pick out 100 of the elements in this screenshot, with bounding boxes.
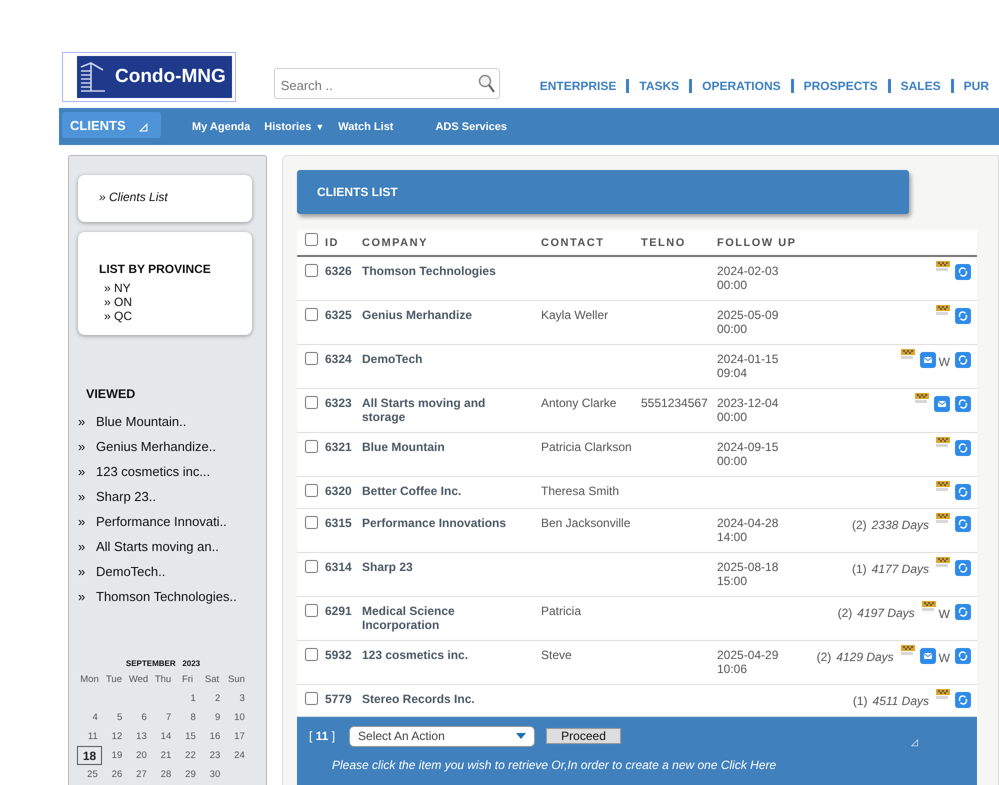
flag-icon[interactable]	[936, 689, 950, 700]
calendar-day[interactable]: 6	[126, 708, 151, 727]
calendar-day[interactable]: 21	[150, 746, 176, 765]
column-header[interactable]: TELNO	[641, 237, 686, 249]
menu-link[interactable]: ADS Services	[435, 120, 508, 132]
select-all-checkbox[interactable]	[305, 233, 318, 246]
calendar-day[interactable]: 29	[175, 765, 200, 784]
column-header[interactable]: CONTACT	[541, 237, 604, 249]
calendar-day[interactable]: 28	[150, 765, 176, 784]
flag-icon[interactable]	[922, 601, 936, 612]
mail-icon[interactable]	[934, 396, 950, 412]
province-link[interactable]: » ON	[99, 295, 252, 309]
calendar-day[interactable]: 19	[102, 746, 126, 765]
row-checkbox[interactable]	[305, 484, 318, 497]
refresh-icon[interactable]	[955, 484, 971, 500]
calendar-day[interactable]: 25	[77, 765, 102, 784]
table-row[interactable]: 6314 Sharp 23 2025-08-18 15:00 (1) 4177 Days	[297, 553, 977, 597]
viewed-link[interactable]: All Starts moving an..	[96, 539, 219, 554]
calendar-day[interactable]: 12	[102, 727, 126, 746]
calendar-day[interactable]: 11	[77, 727, 102, 746]
flag-icon[interactable]	[936, 513, 950, 524]
row-checkbox[interactable]	[305, 516, 318, 529]
table-row[interactable]: 6315 Performance Innovations Ben Jacksonville 2024-04-28 14:00 (2) 2338 Days	[297, 509, 977, 553]
refresh-icon[interactable]	[955, 560, 971, 576]
action-dropdown[interactable]: Select An Action	[349, 726, 536, 746]
flag-icon[interactable]	[900, 349, 915, 360]
viewed-link[interactable]: Performance Innovati..	[96, 514, 227, 529]
calendar-day[interactable]: 22	[175, 746, 200, 765]
calendar-day[interactable]: 10	[224, 708, 249, 727]
company-link[interactable]: Stereo Records Inc.	[362, 692, 527, 706]
calendar-day[interactable]: 16	[200, 727, 224, 746]
company-link[interactable]: Sharp 23	[362, 560, 527, 574]
table-row[interactable]: 6291 Medical Science Incorporation Patricia (2) 4197 Days W	[297, 597, 977, 641]
flag-icon[interactable]	[900, 645, 915, 656]
refresh-icon[interactable]	[955, 692, 971, 708]
calendar-day[interactable]: 8	[175, 708, 200, 727]
refresh-icon[interactable]	[955, 648, 971, 664]
row-checkbox[interactable]	[305, 440, 318, 453]
calendar-day[interactable]: 18	[77, 746, 102, 765]
top-nav-link[interactable]: OPERATIONS	[689, 79, 791, 93]
company-link[interactable]: Genius Merhandize	[362, 308, 527, 322]
calendar-day[interactable]: 27	[126, 765, 151, 784]
top-nav-link[interactable]: ENTERPRISE	[540, 79, 626, 93]
company-link[interactable]: 123 cosmetics inc.	[362, 648, 527, 662]
top-nav-link[interactable]: PUR	[950, 79, 999, 93]
company-link[interactable]: DemoTech	[362, 352, 527, 366]
table-row[interactable]: 6320 Better Coffee Inc. Theresa Smith	[297, 477, 977, 509]
calendar-day[interactable]: 30	[200, 765, 224, 784]
table-row[interactable]: 6324 DemoTech 2024-01-15 09:04 W	[297, 345, 977, 389]
viewed-link[interactable]: DemoTech..	[96, 564, 166, 579]
proceed-button[interactable]: Proceed	[546, 728, 622, 744]
calendar-day[interactable]: 4	[77, 708, 102, 727]
row-checkbox[interactable]	[305, 604, 318, 617]
search-icon[interactable]	[478, 74, 496, 94]
company-link[interactable]: Performance Innovations	[362, 516, 527, 530]
refresh-icon[interactable]	[955, 352, 971, 368]
row-checkbox[interactable]	[305, 560, 318, 573]
menu-link[interactable]: Histories ▼	[264, 120, 324, 132]
refresh-icon[interactable]	[955, 604, 971, 620]
row-checkbox[interactable]	[305, 308, 318, 321]
calendar-day[interactable]: 3	[224, 689, 249, 708]
province-link[interactable]: » NY	[99, 281, 252, 295]
column-header[interactable]: FOLLOW UP	[717, 237, 796, 249]
viewed-link[interactable]: Genius Merhandize..	[96, 439, 216, 454]
table-row[interactable]: 6325 Genius Merhandize Kayla Weller 2025-05-09 00:00	[297, 301, 977, 345]
flag-icon[interactable]	[915, 393, 929, 404]
company-link[interactable]: Blue Mountain	[362, 440, 527, 454]
top-nav-link[interactable]: TASKS	[626, 79, 690, 93]
top-nav-link[interactable]: PROSPECTS	[790, 79, 888, 93]
calendar-day[interactable]: 7	[150, 708, 176, 727]
corner-icon[interactable]: ◿	[911, 737, 918, 747]
viewed-link[interactable]: Blue Mountain..	[96, 414, 186, 429]
table-row[interactable]: 6326 Thomson Technologies 2024-02-03 00:00	[297, 257, 977, 301]
row-checkbox[interactable]	[305, 264, 318, 277]
calendar-day[interactable]: 5	[102, 708, 126, 727]
viewed-link[interactable]: 123 cosmetics inc...	[96, 464, 210, 479]
search-field[interactable]: Search ..	[274, 68, 500, 99]
refresh-icon[interactable]	[955, 440, 971, 456]
calendar-day[interactable]: 2	[200, 689, 224, 708]
province-link[interactable]: » QC	[99, 309, 252, 323]
calendar-day[interactable]: 26	[102, 765, 126, 784]
flag-icon[interactable]	[936, 305, 950, 316]
viewed-link[interactable]: Thomson Technologies..	[96, 589, 237, 604]
viewed-link[interactable]: Sharp 23..	[96, 489, 156, 504]
mail-icon[interactable]	[920, 352, 936, 368]
top-nav-link[interactable]: SALES	[888, 79, 951, 93]
flag-icon[interactable]	[936, 437, 950, 448]
calendar-day[interactable]: 9	[200, 708, 224, 727]
row-checkbox[interactable]	[305, 648, 318, 661]
flag-icon[interactable]	[936, 557, 950, 568]
clients-list-link[interactable]: » Clients List	[99, 190, 252, 204]
calendar-day[interactable]: 13	[126, 727, 151, 746]
column-header[interactable]: COMPANY	[362, 237, 428, 249]
refresh-icon[interactable]	[955, 308, 971, 324]
row-checkbox[interactable]	[305, 692, 318, 705]
calendar-day[interactable]: 17	[224, 727, 249, 746]
company-link[interactable]: All Starts moving and storage	[362, 396, 527, 424]
company-link[interactable]: Thomson Technologies	[362, 264, 527, 278]
table-row[interactable]: 6321 Blue Mountain Patricia Clarkson 2024-09-15 00:00	[297, 433, 977, 477]
calendar-day[interactable]: 15	[175, 727, 200, 746]
